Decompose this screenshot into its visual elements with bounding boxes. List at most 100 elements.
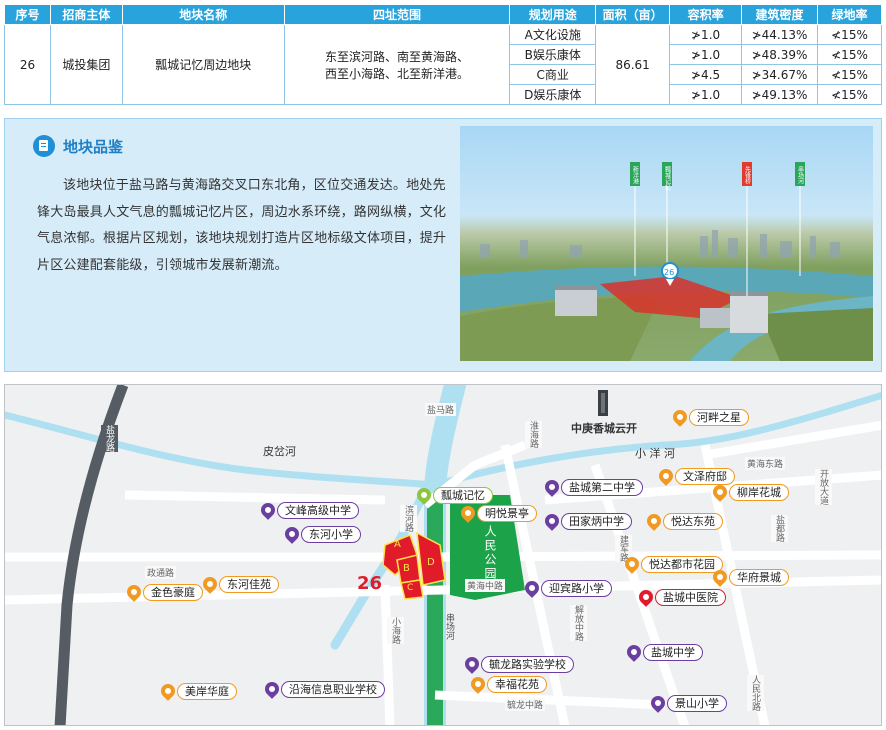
home-pin-icon — [656, 466, 676, 486]
row-far: ≯1.0 — [669, 44, 743, 65]
row-density: ≯34.67% — [741, 64, 818, 85]
poi-dhjy[interactable]: 东河佳苑 — [200, 574, 279, 594]
photo-tag: 串场河 — [797, 165, 804, 184]
row-use: C商业 — [509, 64, 597, 85]
road-label: 政通路 — [145, 566, 177, 579]
col-header: 绿地率 — [817, 4, 882, 25]
col-header: 地块名称 — [121, 4, 285, 25]
poi-mahl[interactable]: 美岸华庭 — [158, 681, 237, 701]
photo-tag: 先锋桥 — [744, 165, 751, 185]
row-green: ≮15% — [817, 64, 882, 85]
park-pin-icon — [414, 485, 434, 505]
poi-ycde[interactable]: 盐城第二中学 — [542, 477, 643, 497]
location-map: A B D C 26 皮岔河 小 洋 河 串场河 人民公园 中庚香城云开 政通路… — [4, 384, 882, 726]
poi-yhxx[interactable]: 沿海信息职业学校 — [262, 679, 385, 699]
row-green: ≮15% — [817, 84, 882, 105]
poi-dhxx[interactable]: 东河小学 — [282, 524, 361, 544]
poi-hpzx[interactable]: 河畔之星 — [670, 407, 749, 427]
school-pin-icon — [648, 693, 668, 713]
poi-jshj[interactable]: 金色豪庭 — [124, 582, 203, 602]
photo-tag: 瓢城记忆 — [664, 165, 671, 191]
home-pin-icon — [710, 567, 730, 587]
park-label: 人民公园 — [483, 525, 497, 581]
parcel-review-panel: 地块品鉴 该地块位于盐马路与黄海路交叉口东北角，区位交通发达。地处先锋大岛最具人… — [4, 118, 882, 372]
road-label: 盐马路 — [425, 403, 457, 416]
road-label: 盐龙路 — [101, 425, 118, 452]
school-pin-icon — [542, 477, 562, 497]
panel-description: 该地块位于盐马路与黄海路交叉口东北角，区位交通发达。地处先锋大岛最具人文气息的瓢… — [37, 178, 447, 273]
row-entity: 城投集团 — [49, 24, 123, 105]
plot-part-a: A — [394, 539, 401, 550]
photo-tag: 新洋港 — [632, 165, 639, 185]
plot-part-c: C — [407, 583, 414, 593]
poi-ybxx[interactable]: 迎宾路小学 — [522, 578, 612, 598]
home-pin-icon — [158, 681, 178, 701]
road-label: 人民北路 — [747, 675, 764, 711]
row-parcel-name: 瓢城记忆周边地块 — [121, 24, 285, 105]
road-label: 开放大道 — [815, 469, 832, 505]
row-use: A文化设施 — [509, 24, 597, 45]
document-icon — [33, 135, 55, 157]
poi-yczx[interactable]: 盐城中学 — [624, 642, 703, 662]
home-pin-icon — [644, 511, 664, 531]
table-row: 26 城投集团 瓢城记忆周边地块 东至滨河路、南至黄海路、 西至小海路、北至新洋… — [4, 24, 882, 105]
row-green: ≮15% — [817, 24, 882, 45]
col-header: 建筑密度 — [741, 4, 818, 25]
poi-pcjy[interactable]: 瓢城记忆 — [414, 485, 493, 505]
row-use: B娱乐康体 — [509, 44, 597, 65]
river-label-xiaoyang: 小 洋 河 — [635, 447, 675, 460]
school-pin-icon — [258, 500, 278, 520]
home-pin-icon — [670, 407, 690, 427]
col-header: 面积（亩） — [595, 4, 671, 25]
poi-wfgz[interactable]: 文峰高级中学 — [258, 500, 359, 520]
poi-tjbz[interactable]: 田家炳中学 — [542, 511, 632, 531]
row-far: ≯1.0 — [669, 24, 743, 45]
poi-mylt[interactable]: 明悦景亭 — [458, 503, 537, 523]
home-pin-icon — [468, 674, 488, 694]
poi-yczy[interactable]: 盐城中医院 — [636, 587, 726, 607]
poi-lahc[interactable]: 柳岸花城 — [710, 482, 789, 502]
col-header: 容积率 — [669, 4, 743, 25]
bounds-line: 西至小海路、北至新洋港。 — [324, 66, 469, 81]
col-header: 招商主体 — [49, 4, 123, 25]
school-pin-icon — [462, 654, 482, 674]
row-area: 86.61 — [595, 24, 671, 105]
home-pin-icon — [124, 582, 144, 602]
row-bounds: 东至滨河路、南至黄海路、 西至小海路、北至新洋港。 — [283, 24, 511, 105]
row-density: ≯48.39% — [741, 44, 818, 65]
home-pin-icon — [200, 574, 220, 594]
table-header-row: 序号 招商主体 地块名称 四址范围 规划用途 面积（亩） 容积率 建筑密度 绿地… — [4, 4, 882, 25]
road-label: 黄海中路 — [465, 579, 506, 592]
row-use: D娱乐康体 — [509, 84, 597, 105]
school-pin-icon — [262, 679, 282, 699]
school-pin-icon — [542, 511, 562, 531]
row-far: ≯1.0 — [669, 84, 743, 105]
road-label: 盐都路 — [771, 515, 788, 542]
poi-xfhy[interactable]: 幸福花苑 — [468, 674, 547, 694]
poi-ydds[interactable]: 悦达都市花园 — [622, 554, 723, 574]
home-pin-icon — [458, 503, 478, 523]
road-label: 小海路 — [387, 617, 404, 644]
road-label: 毓龙中路 — [505, 698, 546, 711]
row-green: ≮15% — [817, 44, 882, 65]
river-label-chuanchang: 串场河 — [444, 613, 454, 640]
plot-number: 26 — [357, 573, 383, 594]
river-label-pidian: 皮岔河 — [263, 445, 296, 458]
poi-ylsy[interactable]: 毓龙路实验学校 — [462, 654, 574, 674]
col-header: 序号 — [4, 4, 51, 25]
row-number: 26 — [4, 24, 51, 105]
school-pin-icon — [522, 578, 542, 598]
plot-part-d: D — [427, 557, 435, 568]
road-label: 淮海路 — [525, 421, 542, 448]
row-density: ≯44.13% — [741, 24, 818, 45]
col-header: 规划用途 — [509, 4, 597, 25]
row-far: ≯4.5 — [669, 64, 743, 85]
poi-jsxx[interactable]: 景山小学 — [648, 693, 727, 713]
home-pin-icon — [710, 482, 730, 502]
hospital-pin-icon — [636, 587, 656, 607]
poi-ydwy[interactable]: 悦达东苑 — [644, 511, 723, 531]
landmark-label: 中庚香城云开 — [571, 422, 637, 435]
poi-hfjc[interactable]: 华府景城 — [710, 567, 789, 587]
land-parcel-table: 序号 招商主体 地块名称 四址范围 规划用途 面积（亩） 容积率 建筑密度 绿地… — [4, 4, 882, 105]
aerial-photo: 新洋港 瓢城记忆 先锋桥 串场河 26 — [460, 126, 873, 361]
